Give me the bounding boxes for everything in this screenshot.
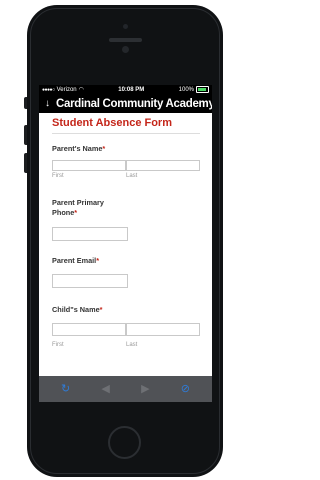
screen: ●●●●○ Verizon ◠ 10:08 PM 100% ↓ Cardinal… xyxy=(39,85,212,402)
parent-name-label: Parent's Name* xyxy=(52,144,106,153)
parent-last-name-input[interactable] xyxy=(126,160,200,171)
status-bar: ●●●●○ Verizon ◠ 10:08 PM 100% xyxy=(39,85,212,94)
browser-toolbar: ↻ ◀ ▶ ⊘ xyxy=(39,376,212,402)
earpiece-speaker xyxy=(109,38,142,42)
first-sublabel: First xyxy=(52,173,64,179)
battery-icon xyxy=(196,86,209,93)
volume-up-button xyxy=(24,125,27,145)
absence-form: Student Absence Form Parent's Name* Firs… xyxy=(39,113,212,375)
title-divider xyxy=(52,133,200,134)
child-name-label: Child"s Name* xyxy=(52,305,103,314)
home-button[interactable] xyxy=(108,426,141,459)
clock: 10:08 PM xyxy=(118,86,145,93)
parent-phone-label: Parent Primary Phone* xyxy=(52,198,104,217)
battery-percent: 100% xyxy=(178,86,194,93)
sensor xyxy=(123,24,128,29)
app-header: ↓ Cardinal Community Academy xyxy=(39,94,212,113)
form-title: Student Absence Form xyxy=(52,117,172,129)
mute-switch xyxy=(24,97,27,109)
carrier-name: Verizon xyxy=(56,86,77,93)
back-arrow-icon[interactable]: ◀ xyxy=(101,383,109,395)
app-title: Cardinal Community Academy xyxy=(56,97,212,110)
last-sublabel: Last xyxy=(126,342,138,348)
forward-arrow-icon[interactable]: ▶ xyxy=(141,383,149,395)
signal-icon: ●●●●○ xyxy=(42,86,55,93)
last-sublabel: Last xyxy=(126,173,138,179)
parent-email-label: Parent Email* xyxy=(52,256,100,265)
parent-phone-input[interactable] xyxy=(52,227,128,241)
first-sublabel: First xyxy=(52,342,64,348)
child-first-name-input[interactable] xyxy=(52,323,126,336)
wifi-icon: ◠ xyxy=(78,87,84,93)
parent-first-name-input[interactable] xyxy=(52,160,126,171)
parent-email-input[interactable] xyxy=(52,274,128,288)
child-last-name-input[interactable] xyxy=(126,323,200,336)
front-camera xyxy=(122,46,129,53)
refresh-icon[interactable]: ↻ xyxy=(61,383,70,395)
compass-icon[interactable]: ⊘ xyxy=(181,383,190,395)
volume-down-button xyxy=(24,153,27,173)
required-marker: * xyxy=(99,305,103,314)
required-marker: * xyxy=(74,208,78,217)
phone-frame: ●●●●○ Verizon ◠ 10:08 PM 100% ↓ Cardinal… xyxy=(24,5,223,477)
down-arrow-icon[interactable]: ↓ xyxy=(45,98,50,109)
required-marker: * xyxy=(96,256,100,265)
required-marker: * xyxy=(102,144,106,153)
